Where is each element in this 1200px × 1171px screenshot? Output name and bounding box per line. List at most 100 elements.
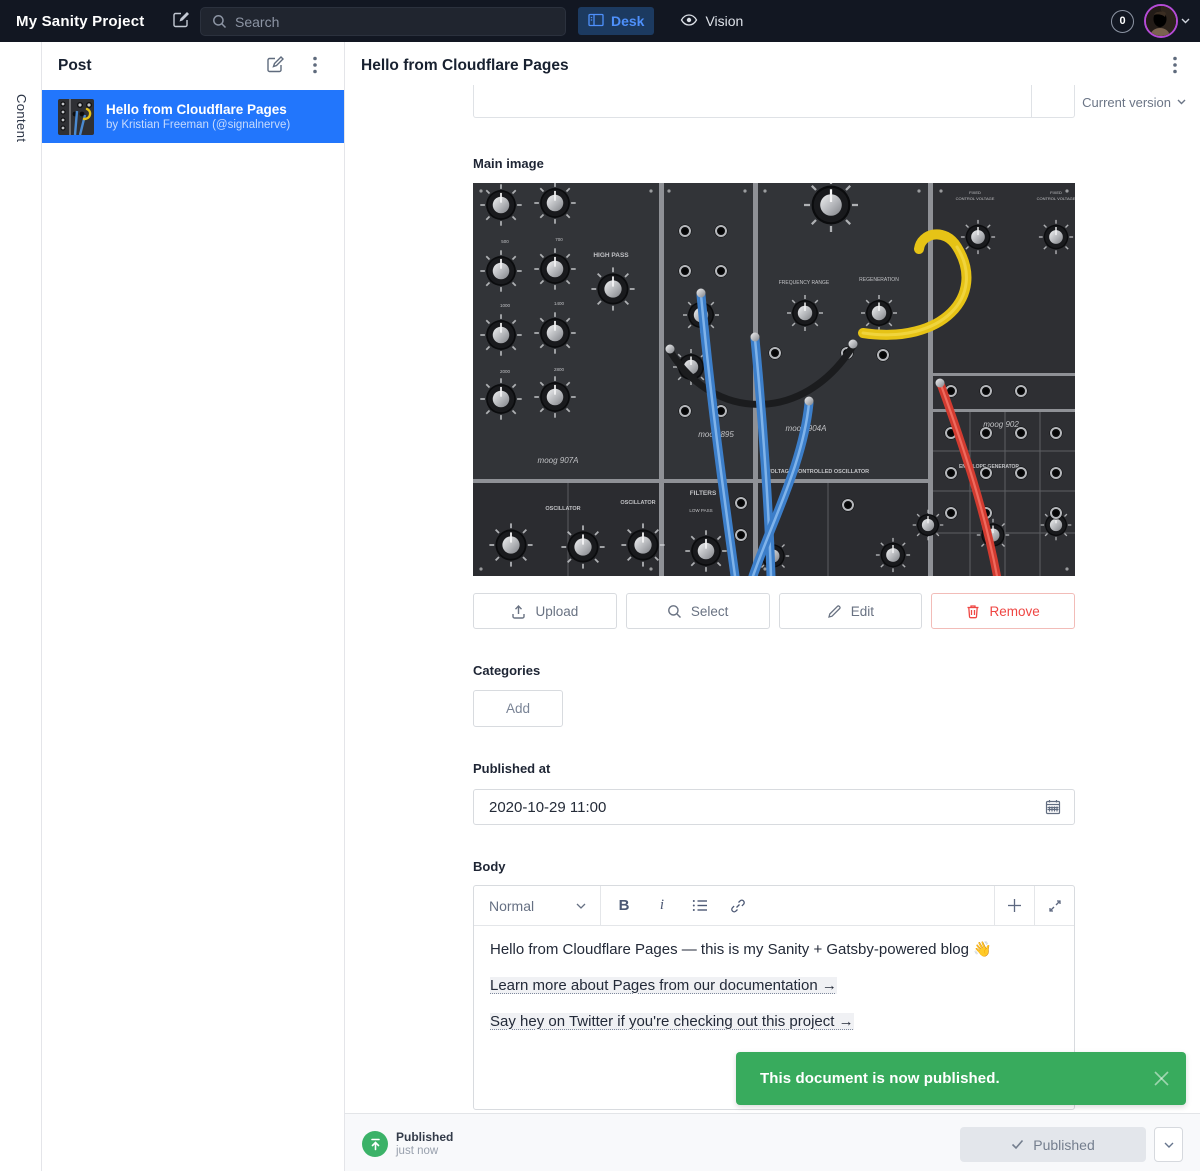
- tab-desk[interactable]: Desk: [578, 7, 654, 35]
- user-menu[interactable]: [1144, 4, 1190, 38]
- panel-title: Post: [58, 57, 262, 75]
- svg-text:CONTROL VOLTAGE: CONTROL VOLTAGE: [1037, 196, 1075, 201]
- new-post-button[interactable]: [262, 53, 288, 79]
- bullet-list-button[interactable]: [685, 891, 715, 921]
- document-menu-button[interactable]: [1162, 53, 1188, 79]
- more-vertical-icon: [1173, 56, 1177, 77]
- project-title[interactable]: My Sanity Project: [16, 13, 144, 30]
- list-item-post[interactable]: Hello from Cloudflare Pages by Kristian …: [42, 90, 344, 143]
- post-list-panel: Post: [42, 42, 345, 1171]
- svg-text:FREQUENCY RANGE: FREQUENCY RANGE: [779, 280, 830, 286]
- field-label-published-at: Published at: [473, 761, 550, 776]
- svg-text:FIXED: FIXED: [969, 190, 981, 195]
- upload-label: Upload: [535, 604, 578, 619]
- select-button[interactable]: Select: [626, 593, 770, 629]
- edit-button[interactable]: Edit: [779, 593, 923, 629]
- more-vertical-icon: [313, 56, 317, 77]
- tab-desk-label: Desk: [611, 13, 644, 29]
- svg-text:HIGH PASS: HIGH PASS: [593, 252, 629, 259]
- post-item-title: Hello from Cloudflare Pages: [106, 101, 290, 118]
- status-badge[interactable]: 0: [1111, 10, 1134, 33]
- publish-icon: [362, 1131, 388, 1157]
- publish-status-time: just now: [396, 1144, 453, 1158]
- svg-text:VOLTAGE CONTROLLED OSCILLATOR: VOLTAGE CONTROLLED OSCILLATOR: [767, 469, 869, 475]
- chevron-down-icon: [576, 903, 586, 909]
- chevron-down-icon: [1164, 1142, 1174, 1148]
- publish-status-label: Published: [396, 1130, 453, 1144]
- bullet-list-icon: [692, 899, 708, 912]
- workspace-tabs: Desk Vision: [578, 7, 753, 35]
- published-at-field: [473, 789, 1075, 825]
- text-style-value: Normal: [489, 898, 534, 914]
- svg-text:700: 700: [555, 237, 563, 242]
- edit-icon: [827, 604, 842, 619]
- publish-button-label: Published: [1033, 1137, 1095, 1153]
- search-input[interactable]: [235, 14, 565, 30]
- avatar: [1144, 4, 1178, 38]
- post-panel-header: Post: [42, 42, 344, 90]
- field-label-main-image: Main image: [473, 156, 544, 171]
- svg-text:CONTROL VOLTAGE: CONTROL VOLTAGE: [956, 196, 995, 201]
- compose-icon: [172, 10, 191, 32]
- remove-button[interactable]: Remove: [931, 593, 1075, 629]
- publish-button[interactable]: Published: [960, 1127, 1146, 1162]
- svg-text:500: 500: [501, 239, 509, 244]
- svg-text:moog 907A: moog 907A: [538, 456, 579, 465]
- calendar-icon[interactable]: [1045, 799, 1061, 815]
- body-link-documentation[interactable]: Learn more about Pages from our document…: [490, 977, 837, 994]
- remove-label: Remove: [989, 604, 1039, 619]
- insert-block-button[interactable]: [994, 886, 1034, 925]
- title-field-cropped[interactable]: [473, 85, 1075, 118]
- expand-editor-button[interactable]: [1034, 886, 1074, 925]
- published-at-input[interactable]: [489, 799, 1045, 816]
- close-icon: [1153, 1070, 1170, 1087]
- text-style-select[interactable]: Normal: [474, 886, 601, 925]
- svg-text:1400: 1400: [554, 301, 565, 306]
- link-icon: [730, 898, 746, 914]
- svg-text:2800: 2800: [554, 367, 565, 372]
- toast-message: This document is now published.: [760, 1070, 1153, 1087]
- svg-text:1000: 1000: [500, 303, 511, 308]
- edit-label: Edit: [851, 604, 874, 619]
- version-label: Current version: [1082, 95, 1171, 110]
- tab-vision-label: Vision: [705, 13, 743, 29]
- body-content[interactable]: Hello from Cloudflare Pages — this is my…: [474, 926, 1074, 1060]
- body-toolbar: Normal B i: [474, 886, 1074, 926]
- desk-icon: [588, 13, 604, 30]
- add-category-button[interactable]: Add: [473, 690, 563, 727]
- image-actions: Upload Select Edit Remove: [473, 593, 1075, 629]
- body-link-twitter[interactable]: Say hey on Twitter if you're checking ou…: [490, 1013, 854, 1030]
- document-footer: Published just now Published: [345, 1113, 1200, 1171]
- publish-menu-button[interactable]: [1154, 1127, 1183, 1162]
- tab-vision[interactable]: Vision: [670, 7, 753, 35]
- search-icon: [212, 14, 227, 29]
- document-panel: Hello from Cloudflare Pages Current vers…: [345, 42, 1200, 1171]
- field-label-categories: Categories: [473, 663, 540, 678]
- italic-button[interactable]: i: [647, 891, 677, 921]
- post-item-subtitle: by Kristian Freeman (@signalnerve): [106, 118, 290, 133]
- post-panel-menu-button[interactable]: [302, 53, 328, 79]
- svg-text:REGENERATION: REGENERATION: [859, 277, 899, 283]
- new-document-button[interactable]: [168, 8, 194, 34]
- upload-button[interactable]: Upload: [473, 593, 617, 629]
- toast-close-button[interactable]: [1153, 1070, 1170, 1087]
- toast-published: This document is now published.: [736, 1052, 1186, 1105]
- expand-icon: [1048, 899, 1062, 913]
- body-paragraph[interactable]: Hello from Cloudflare Pages — this is my…: [490, 939, 1058, 961]
- link-button[interactable]: [723, 891, 753, 921]
- svg-text:FILTERS: FILTERS: [690, 490, 717, 497]
- sanity-studio: My Sanity Project: [0, 0, 1200, 1171]
- bold-button[interactable]: B: [609, 891, 639, 921]
- field-label-body: Body: [473, 859, 506, 874]
- publish-status: Published just now: [362, 1130, 453, 1158]
- content-rail-label[interactable]: Content: [14, 94, 29, 142]
- post-thumbnail: [58, 99, 94, 135]
- main-image-preview[interactable]: HIGH PASS FREQUENCY RANGE REGENERATION F…: [473, 183, 1075, 576]
- svg-text:2000: 2000: [500, 369, 511, 374]
- document-title: Hello from Cloudflare Pages: [361, 57, 1162, 75]
- compose-icon: [266, 55, 285, 77]
- select-icon: [667, 604, 682, 619]
- check-icon: [1011, 1139, 1024, 1150]
- version-selector[interactable]: Current version: [1082, 90, 1186, 114]
- search-input-wrap: [200, 7, 566, 36]
